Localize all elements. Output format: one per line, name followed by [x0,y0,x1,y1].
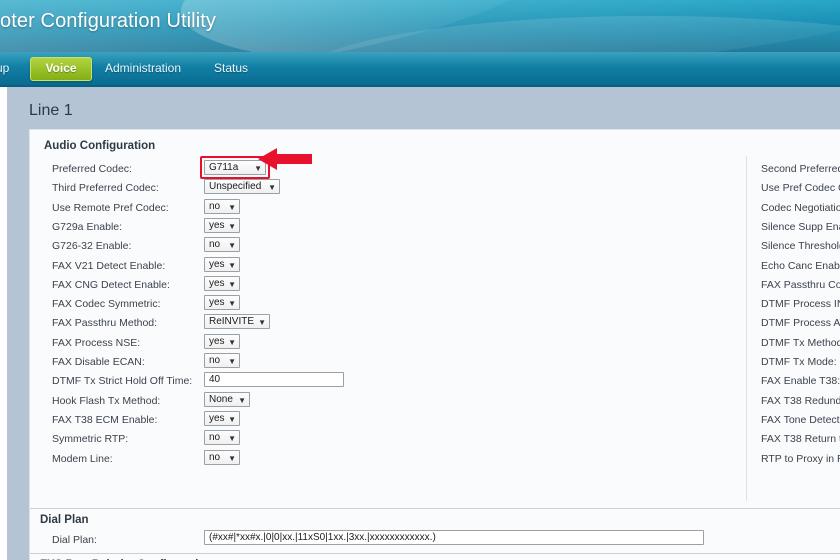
column-divider [746,156,747,501]
app-banner: oter Configuration Utility [0,0,840,52]
value-text: no [209,452,221,463]
row-label-g726-32-enable: G726-32 Enable: [52,240,132,252]
row-label-dtmf-process-avt: DTMF Process AVT [761,317,840,329]
chevron-down-icon: ▼ [228,454,236,463]
chevron-down-icon: ▼ [228,338,236,347]
select-fax-process-nse[interactable]: yes ▼ [204,334,240,349]
select-fax-cng-detect-enable[interactable]: yes ▼ [204,276,240,291]
value-text: no [209,355,221,366]
select-g726-32-enable[interactable]: no ▼ [204,237,240,252]
row-label-preferred-codec: Preferred Codec: [52,163,132,175]
value-text: no [209,201,221,212]
value-text: 40 [209,374,221,385]
main-nav: up Voice Administration Status [0,52,840,87]
chevron-down-icon: ▼ [268,183,276,192]
value-text: None [209,394,233,405]
select-g729a-enable[interactable]: yes ▼ [204,218,240,233]
value-text: G711a [209,162,239,173]
select-third-preferred-codec[interactable]: Unspecified ▼ [204,179,280,194]
row-label-dial-plan: Dial Plan: [52,534,97,546]
select-fax-codec-symmetric[interactable]: yes ▼ [204,295,240,310]
value-text: yes [209,220,225,231]
page-title: Line 1 [29,102,73,119]
select-fax-disable-ecan[interactable]: no ▼ [204,353,240,368]
select-hook-flash-tx-method[interactable]: None ▼ [204,392,250,407]
select-use-remote-pref-codec[interactable]: no ▼ [204,199,240,214]
row-label-fax-disable-ecan: FAX Disable ECAN: [52,356,145,368]
chevron-down-icon: ▼ [228,222,236,231]
value-text: yes [209,278,225,289]
chevron-down-icon: ▼ [258,318,266,327]
nav-tab-voice[interactable]: Voice [30,57,92,81]
value-text: no [209,239,221,250]
divider-above-dialplan [30,508,840,509]
dial-plan-input[interactable]: (#xx#|*xx#x.|0|0|xx.|11xS0|1xx.|3xx.|xxx… [204,530,704,545]
row-label-fax-v21-detect-enable: FAX V21 Detect Enable: [52,260,166,272]
section-header-audio: Audio Configuration [44,140,156,152]
value-text: Unspecified [209,181,262,192]
red-arrow-annotation-icon [258,148,312,170]
select-symmetric-rtp[interactable]: no ▼ [204,430,240,445]
row-label-second-preferred-c: Second Preferred C [761,163,840,175]
row-label-fax-passthru-method: FAX Passthru Method: [52,317,158,329]
row-label-third-preferred-codec: Third Preferred Codec: [52,182,159,194]
row-label-dtmf-process-inf: DTMF Process INF [761,298,840,310]
select-fax-t38-ecm-enable[interactable]: yes ▼ [204,411,240,426]
chevron-down-icon: ▼ [228,415,236,424]
screen-root: oter Configuration Utility up Voice Admini… [0,0,840,560]
nav-tab-status[interactable]: Status [214,52,248,85]
chevron-down-icon: ▼ [228,280,236,289]
row-label-fax-process-nse: FAX Process NSE: [52,337,141,349]
input-dtmf-tx-strict-hold-off-time[interactable]: 40 [204,372,344,387]
row-label-fax-cng-detect-enable: FAX CNG Detect Enable: [52,279,170,291]
chevron-down-icon: ▼ [228,261,236,270]
row-label-codec-negotiation: Codec Negotiation: [761,202,840,214]
row-label-dtmf-tx-mode: DTMF Tx Mode: [761,356,837,368]
nav-tab-administration[interactable]: Administration [105,52,181,85]
row-label-fax-t38-redundan: FAX T38 Redundan [761,395,840,407]
row-label-use-remote-pref-codec: Use Remote Pref Codec: [52,202,169,214]
chevron-down-icon: ▼ [228,357,236,366]
row-label-g729a-enable: G729a Enable: [52,221,123,233]
row-label-rtp-to-proxy-in-re: RTP to Proxy in Re [761,453,840,465]
row-label-use-pref-codec-on: Use Pref Codec On [761,182,840,194]
select-preferred-codec[interactable]: G711a ▼ [204,160,266,175]
app-title: oter Configuration Utility [0,10,217,32]
row-label-silence-supp-enab: Silence Supp Enab [761,221,840,233]
settings-card: Audio Configuration Preferred Codec: G711… [29,129,840,560]
row-label-symmetric-rtp: Symmetric RTP: [52,433,129,445]
row-label-hook-flash-tx-method: Hook Flash Tx Method: [52,395,161,407]
select-fax-v21-detect-enable[interactable]: yes ▼ [204,257,240,272]
value-text: yes [209,336,225,347]
nav-tab-up[interactable]: up [0,52,9,85]
divider-above-fxs [30,553,840,554]
row-label-dtmf-tx-method: DTMF Tx Method: [761,337,840,349]
row-label-fax-codec-symmetric: FAX Codec Symmetric: [52,298,161,310]
row-label-modem-line: Modem Line: [52,453,113,465]
row-label-silence-threshold: Silence Threshold: [761,240,840,252]
value-text: yes [209,297,225,308]
row-label-fax-passthru-code: FAX Passthru Code [761,279,840,291]
row-label-fax-enable-t38: FAX Enable T38: [761,375,840,387]
row-label-dtmf-tx-strict-hold-off-time: DTMF Tx Strict Hold Off Time: [52,375,193,387]
value-text: ReINVITE [209,316,255,327]
select-fax-passthru-method[interactable]: ReINVITE ▼ [204,314,270,329]
value-text: yes [209,259,225,270]
row-label-fax-t38-ecm-enable: FAX T38 ECM Enable: [52,414,158,426]
row-label-echo-canc-enable: Echo Canc Enable: [761,260,840,272]
chevron-down-icon: ▼ [228,203,236,212]
content-panel: Line 1 Audio Configuration Preferred Cod… [7,87,840,560]
chevron-down-icon: ▼ [228,241,236,250]
value-text: no [209,432,221,443]
section-header-dialplan: Dial Plan [40,514,89,526]
chevron-down-icon: ▼ [228,299,236,308]
value-text: yes [209,413,225,424]
row-label-fax-tone-detect-m: FAX Tone Detect M [761,414,840,426]
select-modem-line[interactable]: no ▼ [204,450,240,465]
chevron-down-icon: ▼ [228,434,236,443]
chevron-down-icon: ▼ [238,396,246,405]
row-label-fax-t38-return-to: FAX T38 Return to [761,433,840,445]
